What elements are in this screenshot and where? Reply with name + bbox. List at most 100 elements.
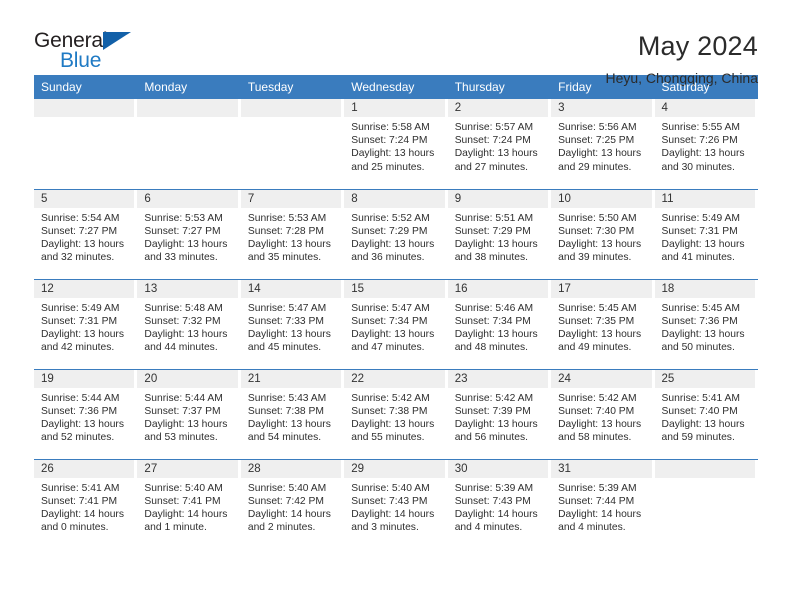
daylight-text-cont: and 0 minutes. — [41, 522, 109, 534]
day-number: 12 — [34, 279, 135, 298]
calendar-day-cell[interactable]: 20 Sunrise: 5:44 AM Sunset: 7:37 PM Dayligh… — [137, 369, 241, 460]
calendar-day-cell[interactable]: 13 Sunrise: 5:48 AM Sunset: 7:32 PM Dayligh… — [137, 279, 241, 370]
sunrise-text: Sunrise: 5:41 AM — [41, 482, 120, 494]
day-cell-inner: 21 Sunrise: 5:43 AM Sunset: 7:38 PM Dayligh… — [240, 369, 344, 459]
calendar-day-cell[interactable]: 14 Sunrise: 5:47 AM Sunset: 7:33 PM Dayligh… — [240, 279, 345, 370]
day-number: 14 — [240, 279, 342, 298]
day-details: Sunrise: 5:40 AM Sunset: 7:41 PM Daylight:… — [137, 478, 237, 535]
page-title: May 2024 — [637, 31, 758, 61]
calendar-day-cell[interactable]: 15 Sunrise: 5:47 AM Sunset: 7:34 PM Dayligh… — [344, 279, 448, 370]
calendar-day-cell[interactable]: 28 Sunrise: 5:40 AM Sunset: 7:42 PM Dayligh… — [240, 459, 344, 549]
calendar-day-cell[interactable]: 1 Sunrise: 5:58 AM Sunset: 7:24 PM Daylight… — [344, 99, 448, 190]
daylight-text: Daylight: 13 hours — [351, 148, 435, 160]
calendar-day-cell[interactable]: 21 Sunrise: 5:43 AM Sunset: 7:38 PM Dayligh… — [240, 369, 345, 460]
daylight-text: Daylight: 13 hours — [144, 238, 228, 250]
day-cell-inner: 26 Sunrise: 5:41 AM Sunset: 7:41 PM Dayligh… — [34, 459, 137, 549]
calendar-day-cell[interactable]: 9 Sunrise: 5:51 AM Sunset: 7:29 PM Daylight… — [447, 189, 552, 280]
daylight-text: Daylight: 13 hours — [558, 418, 642, 430]
weekday-header-tuesday: Tuesday — [240, 75, 345, 99]
calendar-day-cell[interactable]: 3 Sunrise: 5:56 AM Sunset: 7:25 PM Daylight… — [551, 99, 655, 190]
calendar-day-cell[interactable]: 6 Sunrise: 5:53 AM Sunset: 7:27 PM Daylight… — [137, 189, 241, 280]
sunrise-text: Sunrise: 5:39 AM — [454, 482, 534, 494]
day-details: Sunrise: 5:41 AM Sunset: 7:40 PM Daylight:… — [655, 388, 755, 445]
calendar-day-cell[interactable]: 10 Sunrise: 5:50 AM Sunset: 7:30 PM Dayligh… — [551, 189, 655, 280]
day-details: Sunrise: 5:57 AM Sunset: 7:24 PM Daylight:… — [448, 117, 548, 174]
calendar-day-cell[interactable]: 31 Sunrise: 5:39 AM Sunset: 7:44 PM Dayligh… — [551, 459, 654, 549]
daylight-text: Daylight: 13 hours — [661, 328, 745, 340]
day-cell-inner: 18 Sunrise: 5:45 AM Sunset: 7:36 PM Dayligh… — [654, 279, 758, 369]
sunset-text: Sunset: 7:26 PM — [661, 135, 738, 147]
daylight-text: Daylight: 13 hours — [558, 328, 642, 340]
calendar-day-cell[interactable]: 11 Sunrise: 5:49 AM Sunset: 7:31 PM Dayligh… — [654, 189, 758, 280]
calendar-day-cell[interactable]: 12 Sunrise: 5:49 AM Sunset: 7:31 PM Dayligh… — [34, 279, 138, 370]
calendar-day-cell[interactable]: 2 Sunrise: 5:57 AM Sunset: 7:24 PM Daylight… — [447, 99, 552, 190]
daylight-text: Daylight: 13 hours — [247, 238, 331, 250]
sunrise-text: Sunrise: 5:50 AM — [558, 212, 637, 224]
calendar-day-cell[interactable]: 25 Sunrise: 5:41 AM Sunset: 7:40 PM Dayligh… — [654, 369, 758, 460]
daylight-text-cont: and 49 minutes. — [558, 342, 632, 354]
sunrise-text: Sunrise: 5:45 AM — [558, 302, 637, 314]
daylight-text-cont: and 30 minutes. — [661, 161, 735, 173]
day-number: 20 — [137, 369, 238, 388]
calendar-day-cell[interactable]: 5 Sunrise: 5:54 AM Sunset: 7:27 PM Daylight… — [34, 189, 138, 280]
day-details: Sunrise: 5:44 AM Sunset: 7:36 PM Daylight:… — [34, 388, 134, 445]
day-cell-inner — [240, 99, 344, 188]
daylight-text-cont: and 47 minutes. — [351, 342, 425, 354]
calendar-week-row: 26 Sunrise: 5:41 AM Sunset: 7:41 PM Dayligh… — [34, 459, 758, 549]
daylight-text-cont: and 2 minutes. — [247, 522, 316, 534]
day-details: Sunrise: 5:52 AM Sunset: 7:29 PM Daylight:… — [344, 208, 444, 265]
sunset-text: Sunset: 7:33 PM — [247, 315, 324, 327]
daylight-text: Daylight: 13 hours — [351, 328, 435, 340]
calendar-day-cell[interactable]: 8 Sunrise: 5:52 AM Sunset: 7:29 PM Daylight… — [344, 189, 448, 280]
day-number — [34, 99, 135, 117]
calendar-day-cell[interactable]: 7 Sunrise: 5:53 AM Sunset: 7:28 PM Daylight… — [240, 189, 345, 280]
daylight-text: Daylight: 13 hours — [558, 238, 642, 250]
sunrise-text: Sunrise: 5:41 AM — [661, 392, 740, 404]
calendar-day-cell[interactable]: 26 Sunrise: 5:41 AM Sunset: 7:41 PM Dayligh… — [34, 459, 137, 549]
daylight-text: Daylight: 14 hours — [454, 508, 538, 520]
day-details: Sunrise: 5:49 AM Sunset: 7:31 PM Daylight:… — [34, 298, 134, 355]
day-details: Sunrise: 5:45 AM Sunset: 7:36 PM Daylight:… — [655, 298, 755, 355]
day-details: Sunrise: 5:43 AM Sunset: 7:38 PM Daylight:… — [241, 388, 341, 445]
calendar-day-cell[interactable]: 22 Sunrise: 5:42 AM Sunset: 7:38 PM Dayligh… — [344, 369, 448, 460]
calendar-day-cell[interactable]: 24 Sunrise: 5:42 AM Sunset: 7:40 PM Dayligh… — [551, 369, 655, 460]
daylight-text-cont: and 25 minutes. — [351, 161, 425, 173]
day-details: Sunrise: 5:51 AM Sunset: 7:29 PM Daylight:… — [448, 208, 548, 265]
day-number: 19 — [34, 369, 135, 388]
calendar-day-cell[interactable]: 27 Sunrise: 5:40 AM Sunset: 7:41 PM Dayligh… — [137, 459, 240, 549]
calendar-day-cell[interactable]: 16 Sunrise: 5:46 AM Sunset: 7:34 PM Dayligh… — [447, 279, 552, 370]
calendar-day-cell[interactable]: 30 Sunrise: 5:39 AM Sunset: 7:43 PM Dayligh… — [447, 459, 551, 549]
weekday-header-thursday: Thursday — [447, 75, 552, 99]
day-details: Sunrise: 5:49 AM Sunset: 7:31 PM Daylight:… — [655, 208, 755, 265]
sunset-text: Sunset: 7:31 PM — [41, 315, 118, 327]
sunset-text: Sunset: 7:31 PM — [661, 225, 738, 237]
sunset-text: Sunset: 7:27 PM — [144, 225, 221, 237]
calendar-day-cell[interactable]: 18 Sunrise: 5:45 AM Sunset: 7:36 PM Dayligh… — [654, 279, 758, 370]
daylight-text: Daylight: 14 hours — [41, 508, 124, 520]
sunrise-text: Sunrise: 5:55 AM — [661, 122, 740, 133]
sunset-text: Sunset: 7:28 PM — [247, 225, 324, 237]
calendar-day-cell[interactable]: 17 Sunrise: 5:45 AM Sunset: 7:35 PM Dayligh… — [551, 279, 655, 370]
sunrise-text: Sunrise: 5:42 AM — [558, 392, 637, 404]
day-details: Sunrise: 5:39 AM Sunset: 7:44 PM Daylight:… — [551, 478, 651, 535]
sunrise-text: Sunrise: 5:56 AM — [558, 122, 637, 133]
calendar-day-cell[interactable]: 4 Sunrise: 5:55 AM Sunset: 7:26 PM Daylight… — [654, 99, 758, 190]
calendar-day-cell[interactable]: 23 Sunrise: 5:42 AM Sunset: 7:39 PM Dayligh… — [447, 369, 552, 460]
weekday-header-wednesday: Wednesday — [344, 75, 448, 99]
daylight-text: Daylight: 13 hours — [454, 328, 538, 340]
day-cell-inner: 30 Sunrise: 5:39 AM Sunset: 7:43 PM Dayligh… — [447, 459, 551, 549]
daylight-text: Daylight: 13 hours — [351, 418, 435, 430]
day-cell-inner: 16 Sunrise: 5:46 AM Sunset: 7:34 PM Dayligh… — [447, 279, 551, 369]
day-details: Sunrise: 5:56 AM Sunset: 7:25 PM Daylight:… — [551, 117, 651, 174]
sunset-text: Sunset: 7:24 PM — [454, 135, 531, 147]
calendar-day-cell[interactable]: 19 Sunrise: 5:44 AM Sunset: 7:36 PM Dayligh… — [34, 369, 138, 460]
sunset-text: Sunset: 7:35 PM — [558, 315, 635, 327]
day-number: 29 — [344, 459, 445, 478]
day-number — [654, 459, 755, 478]
day-details: Sunrise: 5:42 AM Sunset: 7:40 PM Daylight:… — [551, 388, 651, 445]
sunrise-text: Sunrise: 5:40 AM — [144, 482, 223, 494]
calendar-day-cell[interactable]: 29 Sunrise: 5:40 AM Sunset: 7:43 PM Dayligh… — [344, 459, 447, 549]
daylight-text: Daylight: 13 hours — [454, 238, 538, 250]
day-number: 21 — [240, 369, 342, 388]
day-number: 13 — [137, 279, 238, 298]
